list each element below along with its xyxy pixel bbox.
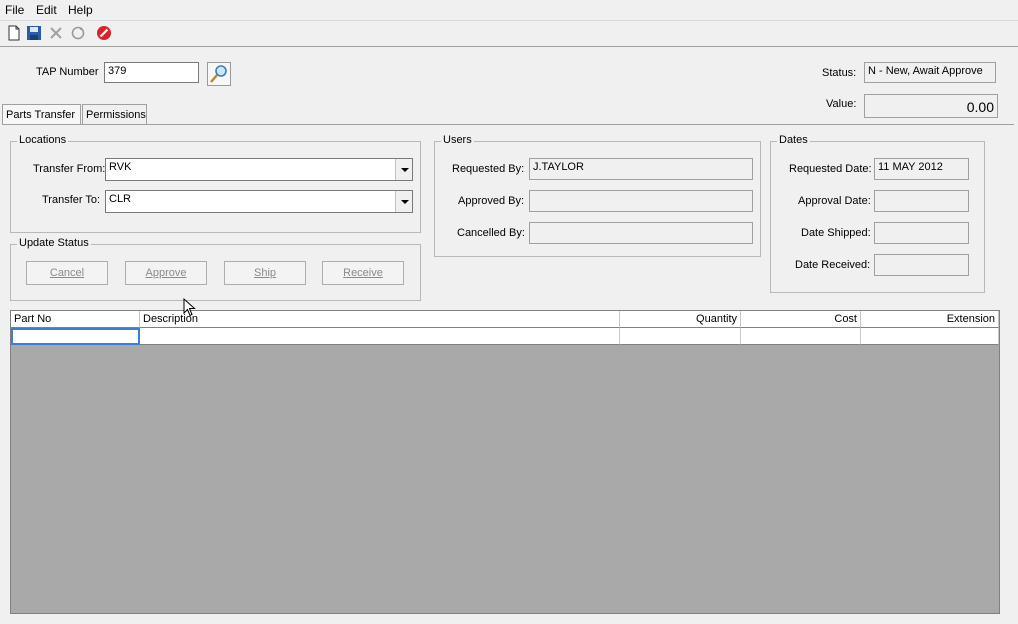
refresh-icon[interactable] [70,25,86,41]
value-label: Value: [826,98,857,110]
requested-by-field: J.TAYLOR [529,158,753,180]
delete-icon[interactable] [48,25,64,41]
date-shipped-label: Date Shipped: [801,227,871,239]
stop-icon[interactable] [96,25,112,41]
approved-by-label: Approved By: [458,195,525,207]
toolbar [0,21,1018,47]
cell-quantity[interactable] [620,328,741,345]
date-shipped-field [874,222,969,244]
approval-date-field [874,190,969,212]
dates-title: Dates [777,134,810,146]
menu-edit[interactable]: Edit [36,3,57,17]
chevron-down-icon[interactable] [395,191,412,212]
requested-date-field: 11 MAY 2012 [874,158,969,180]
cancelled-by-label: Cancelled By: [457,227,525,239]
column-header-quantity[interactable]: Quantity [620,311,741,328]
cell-description[interactable] [140,328,620,345]
receive-button[interactable]: Receive [322,261,404,285]
ship-button-label: Ship [253,267,277,279]
transfer-from-value: RVK [109,161,132,173]
approve-button[interactable]: Approve [125,261,207,285]
menu-file[interactable]: File [5,3,24,17]
save-icon[interactable] [26,25,42,41]
parts-grid[interactable]: Part No Description Quantity Cost Extens… [10,310,1000,614]
column-header-extension[interactable]: Extension [861,311,999,328]
requested-date-label: Requested Date: [789,163,872,175]
cancelled-by-field [529,222,753,244]
tap-number-label: TAP Number [36,66,99,78]
menu-help[interactable]: Help [68,3,93,17]
transfer-from-select[interactable]: RVK [105,158,413,181]
approval-date-label: Approval Date: [798,195,871,207]
locations-group: Locations [10,134,421,233]
transfer-to-select[interactable]: CLR [105,190,413,213]
date-received-label: Date Received: [795,259,871,271]
menu-bar: File Edit Help [0,0,1018,21]
locations-title: Locations [17,134,69,146]
receive-button-label: Receive [343,267,383,279]
cancel-button-label: Cancel [49,267,85,279]
transfer-from-label: Transfer From: [33,163,106,175]
approve-button-label: Approve [145,267,187,279]
approved-by-field [529,190,753,212]
transfer-to-label: Transfer To: [42,194,101,206]
value-field: 0.00 [864,94,998,118]
date-received-field [874,254,969,276]
cell-part-no[interactable] [11,328,140,345]
column-header-part-no[interactable]: Part No [11,311,140,328]
cell-cost[interactable] [741,328,861,345]
users-title: Users [441,134,474,146]
cancel-button[interactable]: Cancel [26,261,108,285]
mouse-cursor-icon [183,298,196,317]
transfer-to-value: CLR [109,193,132,205]
status-label: Status: [822,67,857,79]
column-header-cost[interactable]: Cost [741,311,861,328]
tab-permissions[interactable]: Permissions [82,104,147,124]
cell-extension[interactable] [861,328,999,345]
tab-divider [2,124,1014,125]
tap-number-input[interactable]: 379 [104,62,199,83]
chevron-down-icon[interactable] [395,159,412,180]
ship-button[interactable]: Ship [224,261,306,285]
new-document-icon[interactable] [6,25,22,41]
column-header-description[interactable]: Description [140,311,620,328]
requested-by-label: Requested By: [452,163,525,175]
tab-parts-transfer[interactable]: Parts Transfer [2,104,81,124]
status-field: N - New, Await Approve [864,62,996,83]
search-icon[interactable] [207,62,231,86]
update-status-title: Update Status [17,237,91,249]
